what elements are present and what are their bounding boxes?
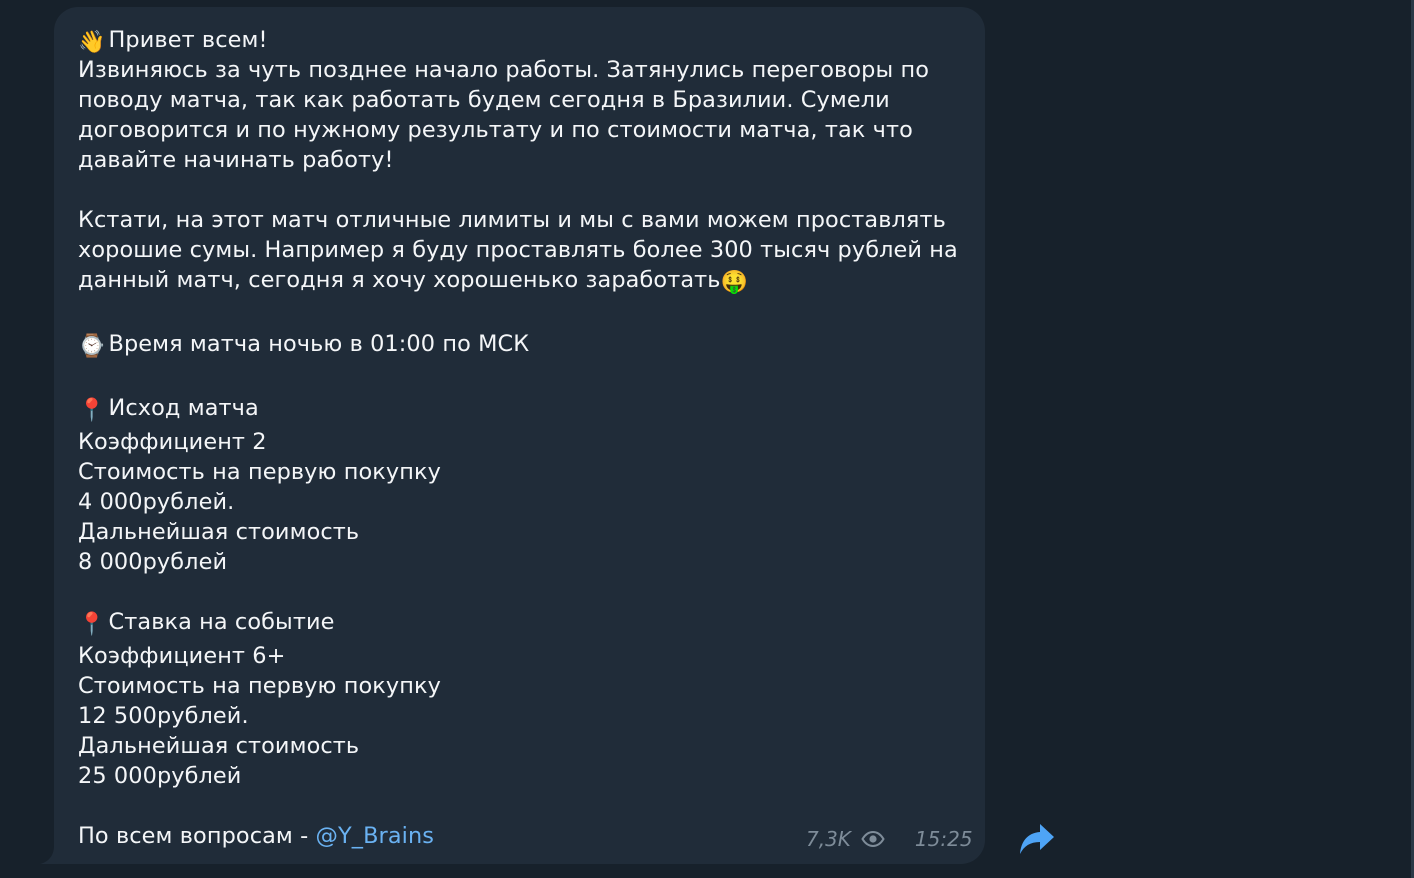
message-text-line: договорится и по нужному результату и по…: [78, 117, 913, 143]
eye-icon: [861, 831, 885, 847]
view-count: 7,3K: [806, 827, 851, 851]
section-line: 8 000рублей: [78, 549, 228, 575]
section-line: Стоимость на первую покупку: [78, 673, 441, 699]
match-time-text: Время матча ночью в 01:00 по МСК: [108, 331, 530, 357]
pushpin-icon: 📍: [78, 612, 106, 637]
contact-username-link[interactable]: @Y_Brains: [316, 823, 435, 849]
match-time-line: ⌚ Время матча ночью в 01:00 по МСК: [78, 329, 529, 362]
watch-icon: ⌚: [78, 334, 106, 359]
section-line: 4 000рублей.: [78, 489, 235, 515]
contact-line: По всем вопросам - @Y_Brains: [78, 821, 434, 851]
section-line: 25 000рублей: [78, 763, 242, 789]
section-title-event-bet: 📍 Ставка на событие: [78, 607, 335, 640]
section-line: 12 500рублей.: [78, 703, 249, 729]
greeting-text: Привет всем!: [108, 27, 268, 53]
money-mouth-face-icon: 🤑: [720, 270, 749, 295]
section-line: Стоимость на первую покупку: [78, 459, 441, 485]
message-text-line: поводу матча, так как работать будем сег…: [78, 87, 890, 113]
message-text-line: Кстати, на этот матч отличные лимиты и м…: [78, 207, 946, 233]
greeting-line: 👋 Привет всем!: [78, 25, 268, 58]
message-text-line: хорошие сумы. Например я буду проставлят…: [78, 237, 958, 263]
section-line: Дальнейшая стоимость: [78, 733, 360, 759]
section-line: Коэффициент 2: [78, 429, 267, 455]
section-line: Коэффициент 6+: [78, 643, 286, 669]
share-arrow-icon[interactable]: [1018, 822, 1056, 856]
message-meta: 7,3K 15:25: [806, 824, 973, 854]
message-text-line: давайте начинать работу!: [78, 147, 394, 173]
message-text: данный матч, сегодня я хочу хорошенько з…: [78, 267, 721, 293]
message-time: 15:25: [914, 827, 973, 851]
contact-prefix: По всем вопросам -: [78, 823, 316, 849]
section-line: Дальнейшая стоимость: [78, 519, 360, 545]
waving-hand-icon: 👋: [78, 30, 106, 55]
pushpin-icon: 📍: [78, 398, 106, 423]
message-text-line: Извиняюсь за чуть позднее начало работы.…: [78, 57, 930, 83]
message-text-line: данный матч, сегодня я хочу хорошенько з…: [78, 265, 751, 298]
section-title-outcome: 📍 Исход матча: [78, 393, 259, 426]
section-title-text: Исход матча: [108, 395, 259, 421]
section-title-text: Ставка на событие: [108, 609, 335, 635]
